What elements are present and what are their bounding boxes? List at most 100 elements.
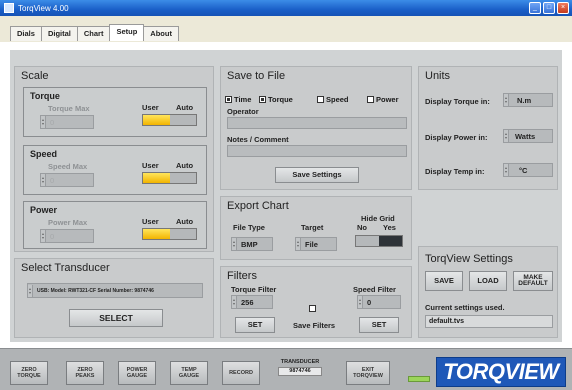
save-filters-label: Save Filters <box>293 321 336 330</box>
spinner-icon[interactable] <box>41 116 46 128</box>
spinner-icon[interactable] <box>41 230 46 242</box>
transducer-select[interactable]: USB: Model: RWT321-CF Serial Number: 987… <box>27 283 203 298</box>
torque-auto-label: Auto <box>176 103 194 112</box>
set-torque-filter-button[interactable]: SET <box>235 317 275 333</box>
save-config-button[interactable]: SAVE <box>425 271 463 291</box>
torque-unit-select[interactable]: N.m <box>503 93 553 107</box>
scale-title: Scale <box>21 70 49 82</box>
save-to-file-title: Save to File <box>227 70 286 82</box>
operator-input[interactable] <box>227 117 407 129</box>
tab-about[interactable]: About <box>143 26 179 41</box>
tab-setup[interactable]: Setup <box>109 24 145 41</box>
main-area: Scale Torque Torque Max 0 User Auto Spee… <box>0 42 572 348</box>
speed-filter-input[interactable]: 0 <box>357 295 401 309</box>
app-icon <box>4 3 14 13</box>
spinner-icon[interactable] <box>296 238 301 250</box>
torque-max-label: Torque Max <box>48 104 90 113</box>
filters-title: Filters <box>227 270 257 282</box>
torque-scale-title: Torque <box>30 91 60 101</box>
spinner-icon[interactable] <box>504 94 509 106</box>
record-button[interactable]: RECORD <box>222 361 260 385</box>
hide-grid-yes-label: Yes <box>383 223 396 232</box>
speed-user-label: User <box>142 161 159 170</box>
file-type-select[interactable]: BMP <box>231 237 273 251</box>
torque-scale-toggle[interactable] <box>142 114 197 126</box>
save-power-checkbox[interactable]: Power <box>367 95 399 104</box>
save-time-checkbox[interactable]: Time <box>225 95 251 104</box>
tab-chart[interactable]: Chart <box>76 26 111 41</box>
tab-digital[interactable]: Digital <box>40 26 78 41</box>
torque-filter-input[interactable]: 256 <box>231 295 273 309</box>
notes-label: Notes / Comment <box>227 135 289 144</box>
speed-max-input[interactable]: 0 <box>40 173 94 187</box>
status-led <box>408 376 430 382</box>
power-auto-label: Auto <box>176 217 194 226</box>
hide-grid-no-label: No <box>357 223 367 232</box>
window-title: TorqView 4.00 <box>18 3 69 13</box>
set-speed-filter-button[interactable]: SET <box>359 317 399 333</box>
target-select[interactable]: File <box>295 237 337 251</box>
power-max-input[interactable]: 0 <box>40 229 94 243</box>
target-label: Target <box>301 223 324 232</box>
close-button[interactable]: × <box>557 2 569 14</box>
power-scale-title: Power <box>30 205 58 215</box>
power-unit-label: Display Power in: <box>425 133 488 142</box>
torque-filter-label: Torque Filter <box>231 285 277 294</box>
spinner-icon[interactable] <box>232 238 237 250</box>
current-settings-value: default.tvs <box>425 315 553 328</box>
power-scale-box: Power Power Max 0 User Auto <box>23 201 207 249</box>
torqview-settings-title: TorqView Settings <box>425 253 513 265</box>
tab-bar: Dials Digital Chart Setup About <box>0 16 572 42</box>
speed-scale-title: Speed <box>30 149 58 159</box>
power-scale-toggle[interactable] <box>142 228 197 240</box>
torque-scale-box: Torque Torque Max 0 User Auto <box>23 87 207 137</box>
units-title: Units <box>425 70 451 82</box>
export-chart-group: Export Chart File Type BMP Target File H… <box>220 196 412 260</box>
speed-max-label: Speed Max <box>48 162 88 171</box>
window-titlebar: TorqView 4.00 _ □ × <box>0 0 572 16</box>
zero-peaks-button[interactable]: ZERO PEAKS <box>66 361 104 385</box>
torque-user-label: User <box>142 103 159 112</box>
export-chart-title: Export Chart <box>227 200 289 212</box>
setup-panel: Scale Torque Torque Max 0 User Auto Spee… <box>10 50 562 342</box>
spinner-icon[interactable] <box>28 284 33 297</box>
power-unit-select[interactable]: Watts <box>503 129 553 143</box>
tab-dials[interactable]: Dials <box>10 26 42 41</box>
temp-unit-select[interactable]: °C <box>503 163 553 177</box>
select-transducer-title: Select Transducer <box>21 262 110 274</box>
make-default-button[interactable]: MAKE DEFAULT <box>513 271 553 291</box>
notes-input[interactable] <box>227 145 407 157</box>
spinner-icon[interactable] <box>504 130 509 142</box>
speed-auto-label: Auto <box>176 161 194 170</box>
speed-scale-box: Speed Speed Max 0 User Auto <box>23 145 207 195</box>
temp-gauge-button[interactable]: TEMP GAUGE <box>170 361 208 385</box>
save-filters-checkbox[interactable] <box>309 305 316 312</box>
torqview-settings-group: TorqView Settings SAVE LOAD MAKE DEFAULT… <box>418 246 558 338</box>
bottom-toolbar: ZERO TORQUE ZERO PEAKS POWER GAUGE TEMP GAUG… <box>0 348 572 390</box>
spinner-icon[interactable] <box>41 174 46 186</box>
speed-scale-toggle[interactable] <box>142 172 197 184</box>
save-settings-button[interactable]: Save Settings <box>275 167 359 183</box>
transducer-label: TRANSDUCER <box>280 359 320 365</box>
save-torque-checkbox[interactable]: Torque <box>259 95 293 104</box>
file-type-label: File Type <box>233 223 265 232</box>
power-gauge-button[interactable]: POWER GAUGE <box>118 361 156 385</box>
minimize-button[interactable]: _ <box>529 2 541 14</box>
spinner-icon[interactable] <box>504 164 509 176</box>
select-transducer-group: Select Transducer USB: Model: RWT321-CF … <box>14 258 214 338</box>
temp-unit-label: Display Temp in: <box>425 167 485 176</box>
save-to-file-group: Save to File Time Torque Speed Power Ope… <box>220 66 412 190</box>
save-speed-checkbox[interactable]: Speed <box>317 95 349 104</box>
maximize-button[interactable]: □ <box>543 2 555 14</box>
spinner-icon[interactable] <box>232 296 237 308</box>
select-transducer-button[interactable]: SELECT <box>69 309 163 327</box>
zero-torque-button[interactable]: ZERO TORQUE <box>10 361 48 385</box>
spinner-icon[interactable] <box>358 296 363 308</box>
torque-max-input[interactable]: 0 <box>40 115 94 129</box>
exit-torqview-button[interactable]: EXIT TORQVIEW <box>346 361 390 385</box>
hide-grid-label: Hide Grid <box>361 214 395 223</box>
torqview-logo: TORQVIEW <box>436 357 566 387</box>
hide-grid-toggle[interactable] <box>355 235 403 247</box>
load-config-button[interactable]: LOAD <box>469 271 507 291</box>
torque-unit-label: Display Torque in: <box>425 97 490 106</box>
